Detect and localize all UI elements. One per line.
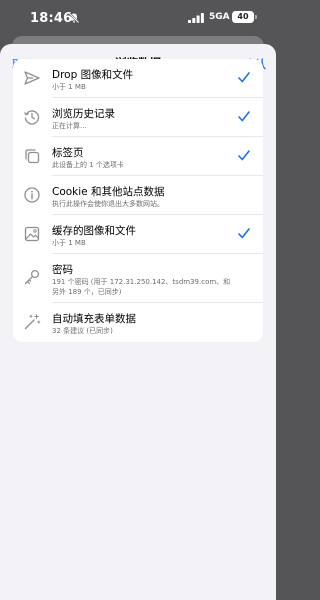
item-title: 浏览历史记录: [52, 108, 115, 120]
status-bar: 18:46 5GA 40: [0, 0, 276, 36]
item-title: 标签页: [52, 147, 84, 159]
data-type-list: Drop 图像和文件 小于 1 MB 浏览历史记录 正在计算... 标签页 此设…: [13, 59, 263, 342]
list-item-cache[interactable]: 缓存的图像和文件 小于 1 MB: [13, 215, 263, 254]
item-subtitle: 小于 1 MB: [52, 239, 86, 247]
item-subtitle-line2: 另外 189 个，已同步): [52, 288, 122, 296]
list-item-autofill[interactable]: 自动填充表单数据 32 条建议 (已同步): [13, 303, 263, 342]
image-icon: [24, 226, 40, 242]
magic-wand-icon: [24, 314, 41, 330]
item-subtitle: 此设备上的 1 个选项卡: [52, 161, 124, 169]
item-subtitle: 执行此操作会使你退出大多数网站。: [52, 200, 164, 208]
item-title: 密码: [52, 264, 73, 276]
battery-tip: [255, 15, 257, 19]
checkmark-icon: [238, 150, 250, 161]
list-item-cookies[interactable]: Cookie 和其他站点数据 执行此操作会使你退出大多数网站。: [13, 176, 263, 215]
network-type: 5GA: [209, 12, 230, 22]
key-icon: [24, 269, 40, 285]
item-subtitle: 小于 1 MB: [52, 83, 86, 91]
checkmark-icon: [238, 228, 250, 239]
list-item-tabs[interactable]: 标签页 此设备上的 1 个选项卡: [13, 137, 263, 176]
tabs-icon: [25, 149, 40, 164]
send-icon: [24, 71, 40, 85]
item-title: 缓存的图像和文件: [52, 225, 136, 237]
item-title: 自动填充表单数据: [52, 313, 136, 325]
list-item-passwords[interactable]: 密码 191 个密码 (用于 172.31.250.142、tsdm39.com…: [13, 254, 263, 303]
status-time: 18:46: [30, 11, 73, 26]
checkmark-icon: [238, 111, 250, 122]
cellular-signal-icon: [188, 13, 204, 23]
item-title: Drop 图像和文件: [52, 69, 134, 81]
bell-off-icon: [68, 12, 80, 24]
checkmark-icon: [238, 72, 250, 83]
item-subtitle: 32 条建议 (已同步): [52, 327, 113, 335]
item-subtitle: 191 个密码 (用于 172.31.250.142、tsdm39.com、和: [52, 278, 231, 286]
list-item-drop[interactable]: Drop 图像和文件 小于 1 MB: [13, 59, 263, 98]
item-title: Cookie 和其他站点数据: [52, 186, 165, 198]
item-subtitle: 正在计算...: [52, 122, 87, 130]
info-icon: [24, 187, 40, 203]
list-item-history[interactable]: 浏览历史记录 正在计算...: [13, 98, 263, 137]
history-icon: [23, 110, 40, 125]
battery-icon: 40: [232, 11, 254, 23]
